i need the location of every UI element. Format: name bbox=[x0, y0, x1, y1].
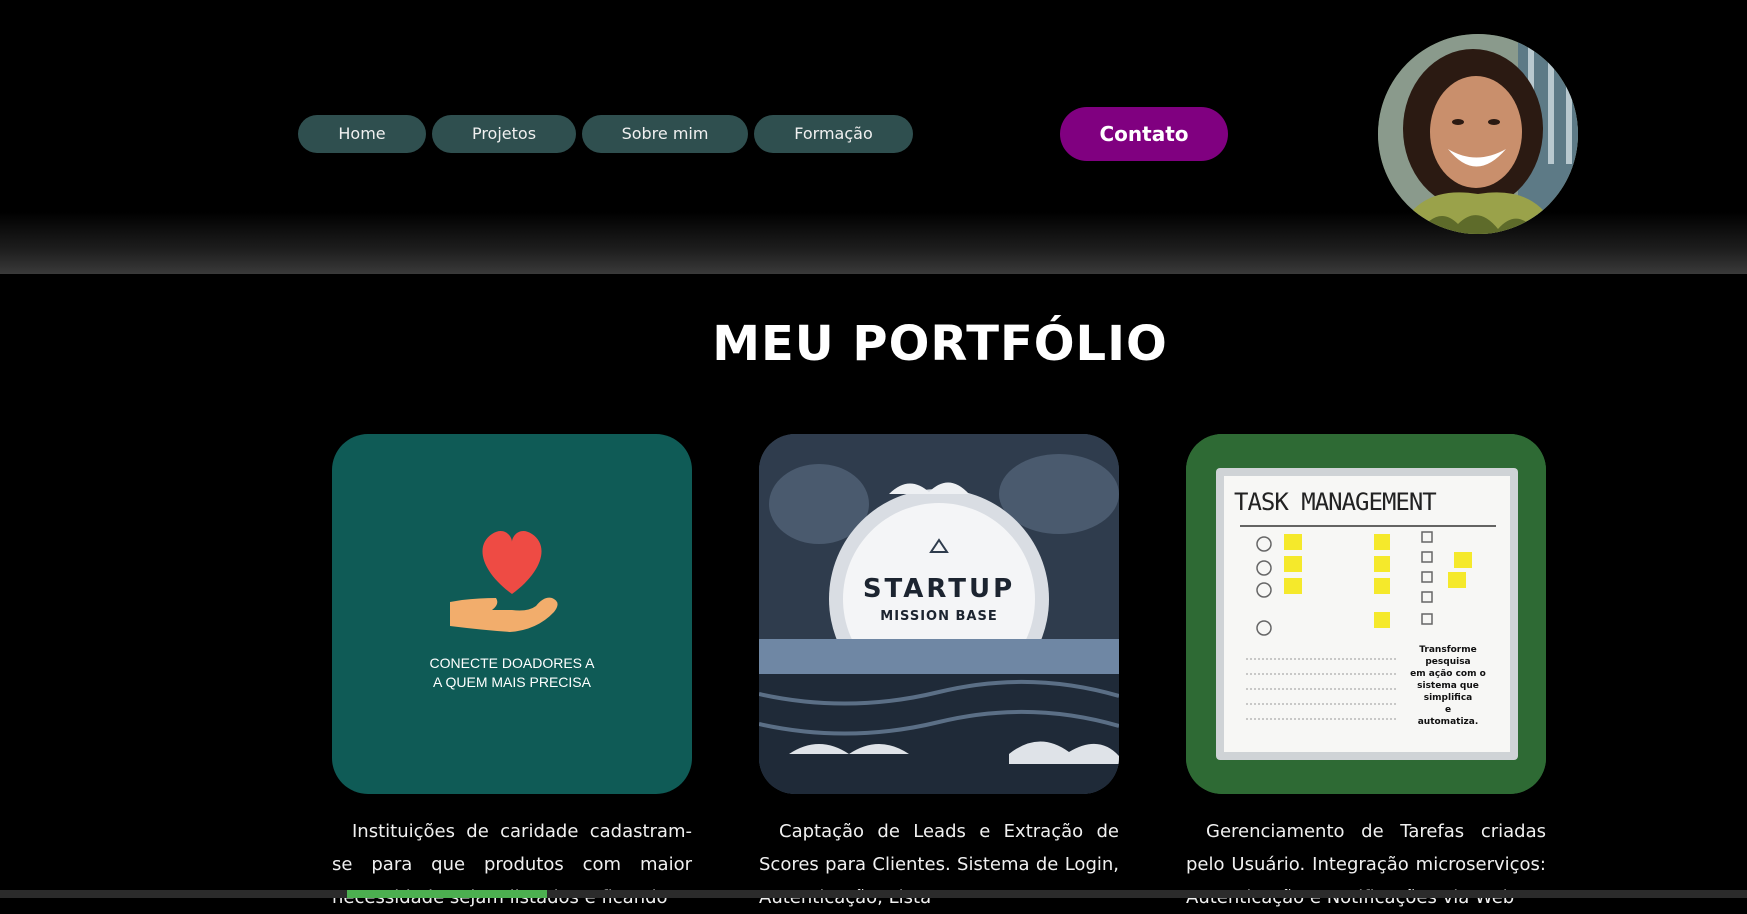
startup-subtitle: MISSION BASE bbox=[880, 609, 998, 624]
project-description-task-management: Gerenciamento de Tarefas criadas pelo Us… bbox=[1186, 821, 1546, 908]
task-management-title: TASK MANAGEMENT bbox=[1234, 488, 1437, 516]
nav-home-button[interactable]: Home bbox=[298, 115, 426, 153]
taskbar-progress-indicator bbox=[347, 890, 547, 898]
project-card-image-donations[interactable]: CONECTE DOADORES A A QUEM MAIS PRECISA bbox=[332, 434, 692, 794]
nav-projetos-button[interactable]: Projetos bbox=[432, 115, 576, 153]
card-image-caption: CONECTE DOADORES A A QUEM MAIS PRECISA bbox=[429, 655, 595, 690]
task-management-note: Transforme pesquisa em ação com o sistem… bbox=[1410, 645, 1486, 727]
page-title: MEU PORTFÓLIO bbox=[712, 316, 1168, 372]
nav-formacao-button[interactable]: Formação bbox=[754, 115, 913, 153]
contact-button[interactable]: Contato bbox=[1060, 107, 1228, 161]
project-card-image-startup[interactable]: STARTUP MISSION BASE bbox=[759, 434, 1119, 794]
taskbar bbox=[0, 890, 1747, 898]
project-description-startup: Captação de Leads e Extração de Scores p… bbox=[759, 821, 1119, 908]
project-description-donations: Instituições de caridade cadastram-se pa… bbox=[332, 821, 692, 908]
project-card-image-task-management[interactable]: TASK MANAGEMENT Transforme pesquisa em a… bbox=[1186, 434, 1546, 794]
main-nav: Home Projetos Sobre mim Formação bbox=[298, 115, 913, 153]
profile-photo bbox=[1378, 34, 1578, 234]
nav-sobre-mim-button[interactable]: Sobre mim bbox=[582, 115, 748, 153]
startup-title: STARTUP bbox=[862, 574, 1016, 604]
avatar bbox=[1378, 34, 1578, 234]
site-header: Home Projetos Sobre mim Formação Contato bbox=[0, 0, 1747, 274]
heart-hand-icon bbox=[450, 531, 558, 632]
